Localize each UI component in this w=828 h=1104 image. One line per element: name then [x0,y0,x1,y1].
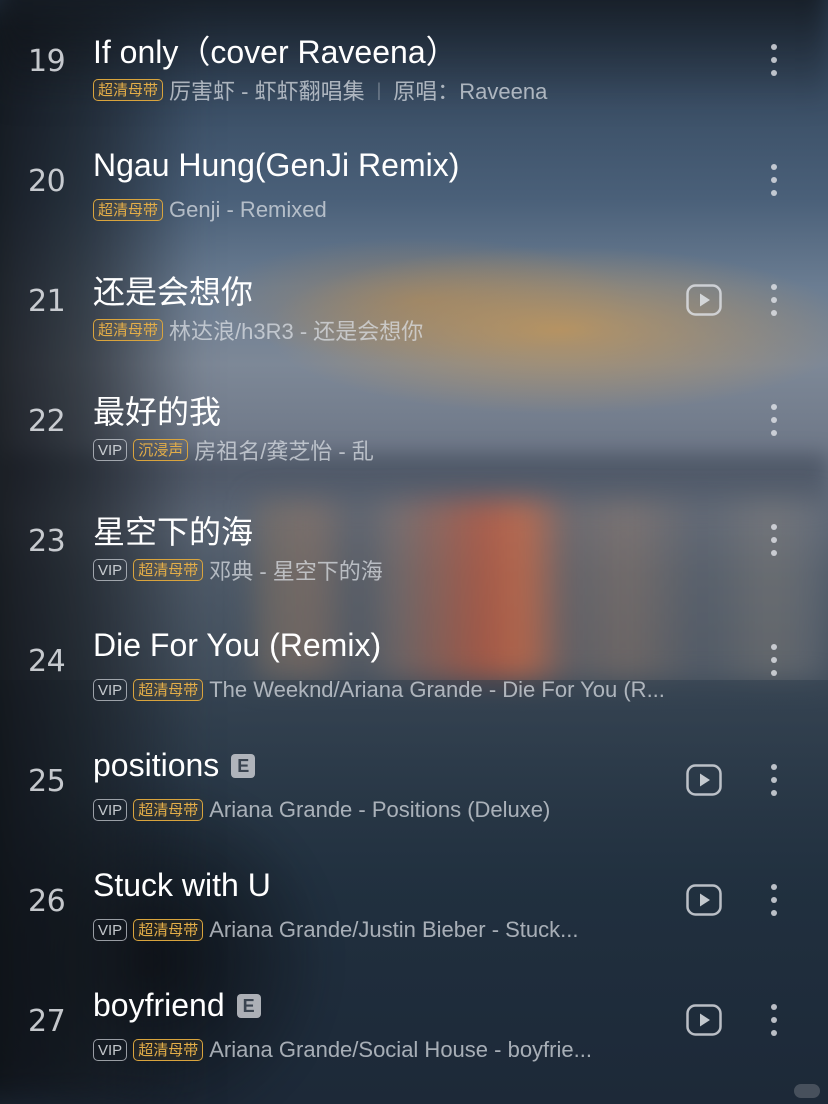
song-title-text: Die For You (Remix) [93,627,382,663]
more-vertical-icon[interactable] [760,400,788,440]
song-title-text: boyfriend [93,987,225,1023]
more-vertical-icon[interactable] [760,280,788,320]
track-number: 26 [28,884,66,919]
song-row[interactable]: 21 还是会想你超清母带 林达浪/h3R3 - 还是会想你 [0,240,828,360]
song-row[interactable]: 20 Ngau Hung(GenJi Remix) 超清母带 Genji - Remi… [0,120,828,240]
song-row[interactable]: 24 Die For You (Remix) VIP 超清母带 The Weeknd/A… [0,600,828,720]
track-number: 24 [28,644,66,679]
more-vertical-icon[interactable] [760,1000,788,1040]
quality-tag: 超清母带 [93,199,164,221]
song-list: 19 If only（cover Raveena） 超清母带 厉害虾 - 虾虾翻唱集 |… [0,0,828,1104]
song-title-text: If only（cover Raveena） [93,34,458,70]
track-number: 20 [28,164,66,199]
song-title[interactable]: 星空下的海 [93,507,253,553]
vip-tag: VIP [93,919,128,941]
song-meta: VIP 沉浸声 房祖名/龚芝怡 - 乱 [93,436,733,464]
quality-tag: 超清母带 [133,679,204,701]
song-title-text: Ngau Hung(GenJi Remix) [93,147,460,183]
song-title[interactable]: Ngau Hung(GenJi Remix) [93,147,459,184]
song-row[interactable]: 22 最好的我 VIP 沉浸声 房祖名/龚芝怡 - 乱 [0,360,828,480]
song-meta: 超清母带 厉害虾 - 虾虾翻唱集 | 原唱：Raveena [93,76,733,104]
track-number: 25 [28,764,66,799]
more-vertical-icon[interactable] [760,640,788,680]
song-title[interactable]: positions E [93,747,256,784]
track-number: 27 [28,1004,66,1039]
original-artist-text: 原唱：Raveena [393,79,548,104]
song-meta: VIP 超清母带 Ariana Grande - Positions (Deluxe… [93,796,733,824]
song-meta: VIP 超清母带 Ariana Grande/Social House - boyf… [93,1036,733,1064]
song-title-text: 最好的我 [93,394,222,430]
song-title[interactable]: Stuck with U [93,867,271,904]
quality-tag: 超清母带 [93,319,164,341]
artist-album-text: Ariana Grande - Positions (Deluxe) [209,797,551,822]
song-title[interactable]: 还是会想你 [93,267,253,313]
play-video-icon[interactable] [686,284,722,316]
artist-album-text: 邓典 - 星空下的海 [209,559,383,584]
more-vertical-icon[interactable] [760,880,788,920]
song-row[interactable]: 19 If only（cover Raveena） 超清母带 厉害虾 - 虾虾翻唱集 |… [0,0,828,120]
song-title-text: 还是会想你 [93,274,254,310]
song-row[interactable]: 25 positions E VIP 超清母带 Ariana Grande - Posit… [0,720,828,840]
vip-tag: VIP [93,439,128,461]
vip-tag: VIP [93,799,128,821]
quality-tag: 超清母带 [93,79,164,101]
play-video-icon[interactable] [686,1004,722,1036]
artist-album-text: 房祖名/龚芝怡 - 乱 [194,439,374,464]
quality-tag: 超清母带 [133,559,204,581]
song-meta: 超清母带 Genji - Remixed [93,196,733,224]
song-title-text: 星空下的海 [93,514,254,550]
song-meta: 超清母带 林达浪/h3R3 - 还是会想你 [93,316,733,344]
artist-album-text: Ariana Grande/Social House - boyfrie... [209,1037,592,1062]
artist-album-text: Genji - Remixed [169,197,327,222]
song-title[interactable]: Die For You (Remix) [93,627,381,664]
track-number: 19 [28,44,66,79]
artist-album-text: The Weeknd/Ariana Grande - Die For You (… [209,677,665,702]
more-vertical-icon[interactable] [760,40,788,80]
track-number: 22 [28,404,66,439]
quality-tag: 超清母带 [133,919,204,941]
more-vertical-icon[interactable] [760,520,788,560]
vip-tag: VIP [93,1039,128,1061]
song-row[interactable]: 26 Stuck with U VIP 超清母带 Ariana Grande/Justi… [0,840,828,960]
song-meta: VIP 超清母带 Ariana Grande/Justin Bieber - Stu… [93,916,733,944]
divider: | [376,79,382,100]
vip-tag: VIP [93,559,128,581]
song-title[interactable]: 最好的我 [93,387,221,433]
song-row[interactable]: 23 星空下的海 VIP 超清母带 邓典 - 星空下的海 [0,480,828,600]
quality-tag: 超清母带 [133,1039,204,1061]
song-title-text: Stuck with U [93,867,271,903]
song-title-text: positions [93,747,220,783]
track-number: 21 [28,284,66,319]
song-meta: VIP 超清母带 邓典 - 星空下的海 [93,556,733,584]
vip-tag: VIP [93,679,128,701]
explicit-badge: E [231,753,256,778]
track-number: 23 [28,524,66,559]
immersive-audio-tag: 沉浸声 [133,439,189,461]
play-video-icon[interactable] [686,884,722,916]
watermark [794,1084,820,1098]
explicit-badge: E [236,993,261,1018]
quality-tag: 超清母带 [133,799,204,821]
more-vertical-icon[interactable] [760,160,788,200]
song-title[interactable]: boyfriend E [93,987,261,1024]
song-row[interactable]: 27 boyfriend E VIP 超清母带 Ariana Grande/Social … [0,960,828,1080]
artist-album-text: 厉害虾 - 虾虾翻唱集 [169,79,365,104]
play-video-icon[interactable] [686,764,722,796]
artist-album-text: Ariana Grande/Justin Bieber - Stuck... [209,917,579,942]
song-meta: VIP 超清母带 The Weeknd/Ariana Grande - Die Fo… [93,676,733,704]
song-title[interactable]: If only（cover Raveena） [93,27,458,73]
artist-album-text: 林达浪/h3R3 - 还是会想你 [169,319,424,344]
more-vertical-icon[interactable] [760,760,788,800]
